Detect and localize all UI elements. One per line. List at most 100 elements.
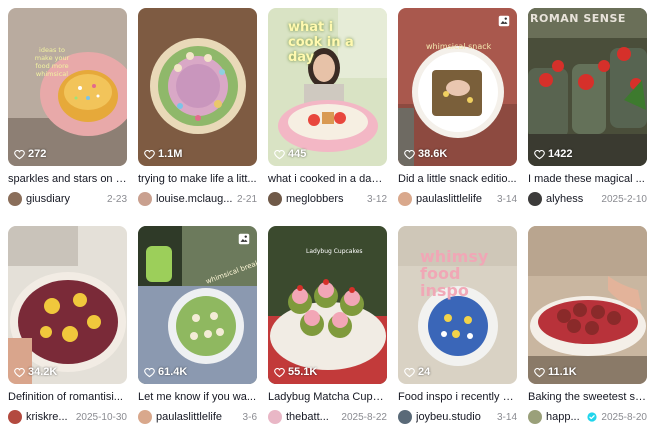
thumbnail-image (138, 8, 257, 166)
heart-outline-icon (534, 149, 545, 159)
post-date: 3-12 (366, 193, 387, 205)
post-date: 2025-8-22 (341, 411, 387, 423)
author-row: alyhess 2025-2-10 (528, 191, 647, 207)
view-count: 272 (14, 148, 46, 160)
avatar[interactable] (8, 410, 22, 424)
view-count-label: 38.6K (418, 148, 448, 160)
thumbnail-image (8, 8, 127, 166)
view-count-label: 55.1K (288, 366, 318, 378)
video-caption[interactable]: sparkles and stars on e... (8, 172, 127, 186)
video-thumbnail[interactable]: whimsical breakfast 61.4K (138, 226, 257, 384)
video-thumbnail[interactable]: whimsical snack 38.6K (398, 8, 517, 166)
video-card[interactable]: Ladybug Cupcakes 55.1K Ladybug Matcha Cu… (268, 226, 387, 438)
video-card[interactable]: 1.1M trying to make life a litt... louis… (138, 8, 257, 220)
video-card[interactable]: 11.1K Baking the sweetest st... happ... … (528, 226, 647, 438)
video-thumbnail[interactable]: ROMAN SENSE 1422 (528, 8, 647, 166)
video-card[interactable]: ROMAN SENSE 1422 I made these magical ..… (528, 8, 647, 220)
avatar[interactable] (268, 410, 282, 424)
avatar[interactable] (528, 410, 542, 424)
video-thumbnail[interactable]: 1.1M (138, 8, 257, 166)
author-name[interactable]: louise.mclaug... (156, 193, 233, 205)
post-date: 3-14 (496, 411, 517, 423)
post-date: 3-14 (496, 193, 517, 205)
author-name[interactable]: giusdiary (26, 193, 103, 205)
post-date: 3-6 (242, 411, 257, 423)
view-count: 55.1K (274, 366, 317, 378)
author-row: louise.mclaug... 2-21 (138, 191, 257, 207)
video-thumbnail[interactable]: Ladybug Cupcakes 55.1K (268, 226, 387, 384)
video-caption[interactable]: trying to make life a litt... (138, 172, 257, 186)
author-name[interactable]: kriskre... (26, 411, 72, 423)
view-count: 11.1K (534, 366, 577, 378)
video-thumbnail[interactable]: whimsy food inspo 24 (398, 226, 517, 384)
avatar[interactable] (528, 192, 542, 206)
heart-outline-icon (14, 149, 25, 159)
video-card[interactable]: whimsical snack 38.6K Did a little snack… (398, 8, 517, 220)
view-count-label: 61.4K (158, 366, 188, 378)
author-name[interactable]: meglobbers (286, 193, 363, 205)
view-count: 1422 (534, 148, 572, 160)
avatar[interactable] (398, 192, 412, 206)
thumbnail-image (138, 226, 257, 384)
author-row: happ... 2025-8-20 (528, 409, 647, 425)
author-row: joybeu.studio 3-14 (398, 409, 517, 425)
video-card[interactable]: 34.2K Definition of romantisi... kriskre… (8, 226, 127, 438)
author-row: giusdiary 2-23 (8, 191, 127, 207)
author-name[interactable]: happ... (546, 411, 585, 423)
heart-outline-icon (534, 367, 545, 377)
heart-outline-icon (404, 149, 415, 159)
post-date: 2025-8-20 (601, 411, 647, 423)
video-thumbnail[interactable]: what i cook in a day 445 (268, 8, 387, 166)
view-count-label: 11.1K (548, 366, 577, 378)
video-caption[interactable]: Let me know if you wa... (138, 390, 257, 404)
thumbnail-image (398, 226, 517, 384)
video-caption[interactable]: what i cooked in a day!... (268, 172, 387, 186)
thumbnail-image (528, 226, 647, 384)
view-count: 38.6K (404, 148, 447, 160)
author-row: paulaslittlelife 3-6 (138, 409, 257, 425)
video-caption[interactable]: Food inspo i recently s... (398, 390, 517, 404)
view-count: 61.4K (144, 366, 187, 378)
view-count: 24 (404, 366, 430, 378)
heart-outline-icon (144, 149, 155, 159)
video-card[interactable]: ideas to make your food more whimsical 2… (8, 8, 127, 220)
view-count-label: 445 (288, 148, 307, 160)
video-caption[interactable]: Baking the sweetest st... (528, 390, 647, 404)
video-caption[interactable]: I made these magical ... (528, 172, 647, 186)
video-caption[interactable]: Ladybug Matcha Cupc... (268, 390, 387, 404)
view-count-label: 34.2K (28, 366, 58, 378)
thumbnail-image (268, 226, 387, 384)
author-name[interactable]: alyhess (546, 193, 597, 205)
post-date: 2025-2-10 (601, 193, 647, 205)
video-card[interactable]: whimsy food inspo 24 Food inspo i recent… (398, 226, 517, 438)
view-count: 34.2K (14, 366, 57, 378)
video-thumbnail[interactable]: 11.1K (528, 226, 647, 384)
view-count: 445 (274, 148, 306, 160)
video-thumbnail[interactable]: 34.2K (8, 226, 127, 384)
video-caption[interactable]: Definition of romantisi... (8, 390, 127, 404)
video-card[interactable]: whimsical breakfast 61.4K Let me know if… (138, 226, 257, 438)
video-caption[interactable]: Did a little snack editio... (398, 172, 517, 186)
video-card[interactable]: what i cook in a day 445 what i cooked i… (268, 8, 387, 220)
view-count: 1.1M (144, 148, 182, 160)
verified-badge-icon (587, 412, 597, 422)
avatar[interactable] (138, 410, 152, 424)
avatar[interactable] (138, 192, 152, 206)
avatar[interactable] (398, 410, 412, 424)
heart-outline-icon (274, 149, 285, 159)
thumbnail-image (528, 8, 647, 166)
heart-outline-icon (144, 367, 155, 377)
video-thumbnail[interactable]: ideas to make your food more whimsical 2… (8, 8, 127, 166)
photo-carousel-icon (498, 15, 510, 27)
author-name[interactable]: paulaslittlelife (156, 411, 239, 423)
author-name[interactable]: thebatt... (286, 411, 337, 423)
author-name[interactable]: paulaslittlelife (416, 193, 493, 205)
view-count-label: 24 (418, 366, 431, 378)
view-count-label: 272 (28, 148, 47, 160)
avatar[interactable] (268, 192, 282, 206)
author-name[interactable]: joybeu.studio (416, 411, 493, 423)
post-date: 2025-10-30 (75, 411, 127, 423)
photo-carousel-icon (238, 233, 250, 245)
video-grid: ideas to make your food more whimsical 2… (8, 8, 647, 438)
avatar[interactable] (8, 192, 22, 206)
